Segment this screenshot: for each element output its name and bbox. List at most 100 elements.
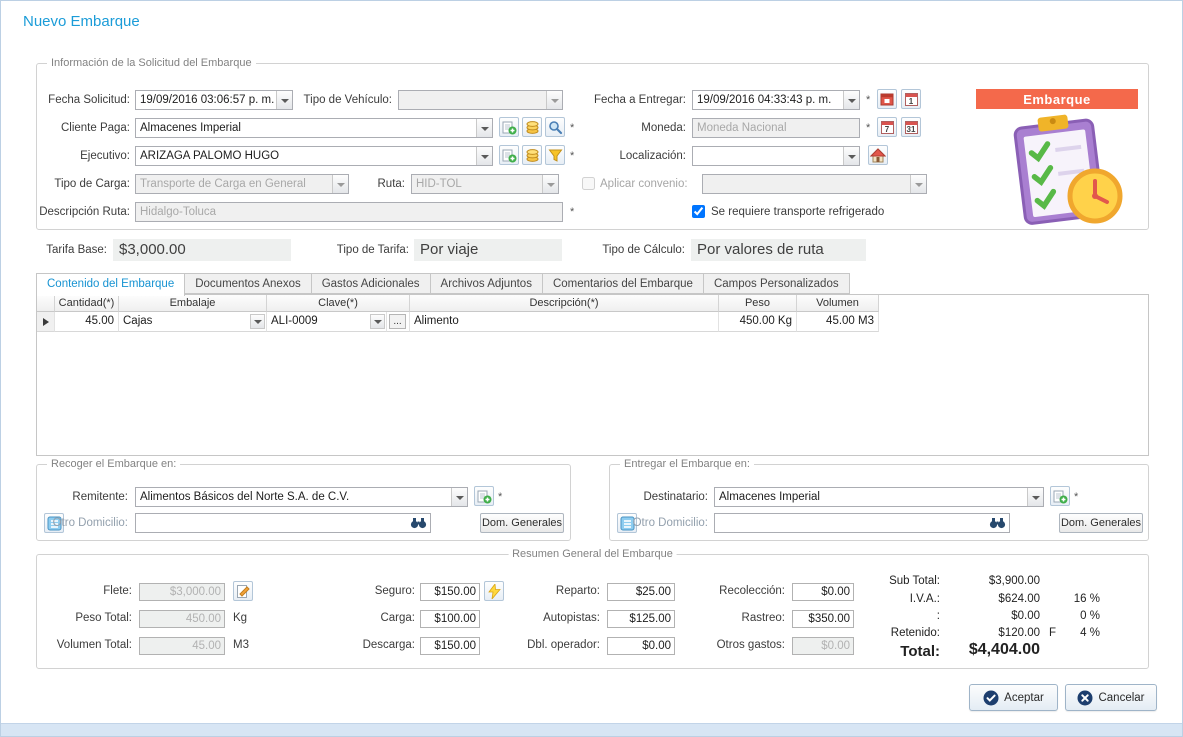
- fecha-entregar-picker[interactable]: 19/09/2016 04:33:43 p. m.: [692, 90, 860, 110]
- cancelar-button[interactable]: Cancelar: [1065, 684, 1157, 711]
- seguro-calc-button[interactable]: [484, 581, 504, 601]
- iva-value: $624.00: [998, 593, 1040, 605]
- grid-header-selector[interactable]: [37, 295, 55, 312]
- tab-comentarios-del-embarque[interactable]: Comentarios del Embarque: [543, 273, 704, 294]
- remitente-add-button[interactable]: [474, 486, 494, 506]
- lightning-icon: [488, 584, 501, 599]
- remitente-combo[interactable]: Alimentos Básicos del Norte S.A. de C.V.: [135, 487, 468, 507]
- tax2-pct: 0 %: [1080, 610, 1100, 622]
- chevron-down-icon[interactable]: [276, 91, 292, 109]
- chevron-down-icon[interactable]: [370, 314, 385, 329]
- chevron-down-icon[interactable]: [451, 488, 467, 506]
- descripcion-ruta-label: Descripción Ruta:: [39, 202, 130, 222]
- descarga-label: Descarga:: [363, 636, 415, 654]
- recoleccion-input[interactable]: [792, 583, 854, 601]
- ejecutivo-add-button[interactable]: [499, 145, 519, 165]
- flete-label: Flete:: [103, 582, 132, 600]
- chevron-down-icon[interactable]: [476, 147, 492, 165]
- cliente-paga-combo[interactable]: Almacenes Imperial: [135, 118, 493, 138]
- cell-clave-lookup[interactable]: ...: [387, 312, 410, 332]
- chevron-down-icon[interactable]: [843, 91, 859, 109]
- coins-icon: [525, 120, 540, 135]
- convenio-combo: [702, 174, 927, 194]
- localizacion-home-button[interactable]: [868, 145, 888, 165]
- tipo-vehiculo-combo: [398, 90, 563, 110]
- tab-documentos-anexos[interactable]: Documentos Anexos: [185, 273, 311, 294]
- rastreo-input[interactable]: [792, 610, 854, 628]
- calendar-7-icon: 7: [881, 121, 894, 134]
- destinatario-combo[interactable]: Almacenes Imperial: [714, 487, 1044, 507]
- required-mark: *: [1074, 491, 1078, 503]
- volumen-total-input: [139, 637, 225, 655]
- aceptar-button[interactable]: Aceptar: [969, 684, 1058, 711]
- total-label: Total:: [900, 643, 940, 660]
- fecha-entregar-value: 19/09/2016 04:33:43 p. m.: [697, 91, 841, 109]
- fecha-entregar-label: Fecha a Entregar:: [594, 90, 686, 110]
- cliente-add-button[interactable]: [499, 117, 519, 137]
- cell-descripcion[interactable]: Alimento: [410, 312, 719, 332]
- tab-campos-personalizados[interactable]: Campos Personalizados: [704, 273, 850, 294]
- otros-gastos-input: [792, 637, 854, 655]
- flete-edit-button[interactable]: [233, 581, 253, 601]
- dom-generales-button[interactable]: Dom. Generales: [1059, 513, 1143, 533]
- reparto-input[interactable]: [607, 583, 675, 601]
- edit-icon: [236, 584, 251, 599]
- seguro-input[interactable]: [420, 583, 480, 601]
- date-plus31-button[interactable]: 31: [901, 117, 921, 137]
- cell-embalaje-combo[interactable]: Cajas: [119, 312, 267, 332]
- grid-header-volumen[interactable]: Volumen: [797, 295, 879, 312]
- tipo-carga-value: Transporte de Carga en General: [140, 175, 330, 193]
- autopistas-label: Autopistas:: [543, 609, 600, 627]
- cell-clave-combo[interactable]: ALI-0009: [267, 312, 387, 332]
- add-icon: [1053, 489, 1068, 504]
- dbl-operador-input[interactable]: [607, 637, 675, 655]
- date-plus1-button[interactable]: 1: [901, 89, 921, 109]
- autopistas-input[interactable]: [607, 610, 675, 628]
- chevron-down-icon[interactable]: [476, 119, 492, 137]
- row-selector[interactable]: [37, 312, 55, 332]
- tab-archivos-adjuntos[interactable]: Archivos Adjuntos: [431, 273, 543, 294]
- grid-header-embalaje[interactable]: Embalaje: [119, 295, 267, 312]
- grid-header-cantidad[interactable]: Cantidad(*): [55, 295, 119, 312]
- required-mark: *: [866, 94, 870, 106]
- tarifa-base-label: Tarifa Base:: [46, 240, 107, 260]
- carga-input[interactable]: [420, 610, 480, 628]
- otro-domicilio-input[interactable]: [714, 513, 1010, 533]
- dom-generales-button[interactable]: Dom. Generales: [480, 513, 564, 533]
- tab-contenido-del-embarque[interactable]: Contenido del Embarque: [36, 273, 185, 296]
- binoculars-icon[interactable]: [989, 517, 1006, 529]
- localizacion-combo[interactable]: [692, 146, 860, 166]
- grid-header-clave[interactable]: Clave(*): [267, 295, 410, 312]
- required-mark: *: [498, 491, 502, 503]
- cancel-icon: [1077, 690, 1093, 706]
- ellipsis-lookup-button[interactable]: ...: [389, 314, 406, 329]
- grid-header: Cantidad(*) Embalaje Clave(*) Descripció…: [37, 295, 1148, 312]
- otro-domicilio-input[interactable]: [135, 513, 431, 533]
- ejecutivo-filter-button[interactable]: [545, 145, 565, 165]
- refrigerado-checkbox[interactable]: [692, 205, 705, 218]
- grid-header-peso[interactable]: Peso: [719, 295, 797, 312]
- cell-volumen[interactable]: 45.00 M3: [797, 312, 879, 332]
- fecha-solicitud-value: 19/09/2016 03:06:57 p. m.: [140, 91, 274, 109]
- calendar-1-icon: 1: [905, 93, 918, 106]
- ejecutivo-combo[interactable]: ARIZAGA PALOMO HUGO: [135, 146, 493, 166]
- remitente-label: Remitente:: [72, 487, 128, 507]
- tab-gastos-adicionales[interactable]: Gastos Adicionales: [312, 273, 431, 294]
- chevron-down-icon[interactable]: [843, 147, 859, 165]
- cell-peso[interactable]: 450.00 Kg: [719, 312, 797, 332]
- cliente-saldo-button[interactable]: [522, 117, 542, 137]
- ejecutivo-saldo-button[interactable]: [522, 145, 542, 165]
- table-row[interactable]: 45.00 Cajas ALI-0009 ... Alimento 450.00…: [37, 312, 1148, 332]
- descarga-input[interactable]: [420, 637, 480, 655]
- cell-cantidad[interactable]: 45.00: [55, 312, 119, 332]
- destinatario-add-button[interactable]: [1050, 486, 1070, 506]
- cliente-search-button[interactable]: [545, 117, 565, 137]
- date-plus7-button[interactable]: 7: [877, 117, 897, 137]
- date-today-button[interactable]: [877, 89, 897, 109]
- fecha-solicitud-picker[interactable]: 19/09/2016 03:06:57 p. m.: [135, 90, 293, 110]
- tarifa-base-value: $3,000.00: [113, 239, 291, 261]
- chevron-down-icon[interactable]: [250, 314, 265, 329]
- chevron-down-icon[interactable]: [1027, 488, 1043, 506]
- binoculars-icon[interactable]: [410, 517, 427, 529]
- grid-header-descripcion[interactable]: Descripción(*): [410, 295, 719, 312]
